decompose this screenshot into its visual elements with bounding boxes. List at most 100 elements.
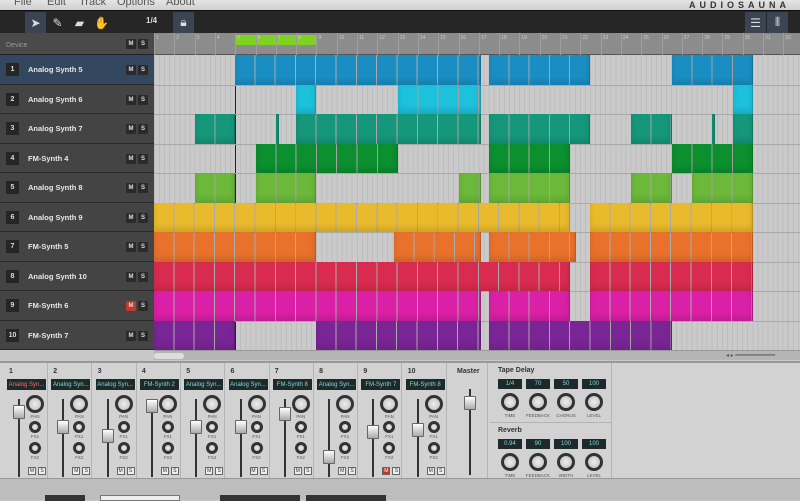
- clip[interactable]: [296, 84, 317, 114]
- volume-fader[interactable]: [101, 429, 114, 444]
- clip[interactable]: [154, 202, 571, 232]
- clip[interactable]: [393, 232, 481, 262]
- fx2-knob[interactable]: [383, 442, 396, 454]
- solo-button[interactable]: S: [138, 330, 148, 341]
- volume-fader[interactable]: [190, 420, 203, 435]
- horizontal-scrollbar[interactable]: ◂ ▸ ━━━━━━━━━━━: [154, 350, 800, 360]
- menu-edit[interactable]: Edit: [47, 0, 66, 8]
- effect-param-value[interactable]: 70: [526, 379, 550, 389]
- clip[interactable]: [488, 320, 672, 350]
- master-fader[interactable]: [464, 396, 476, 410]
- channel-solo-button[interactable]: S: [38, 467, 46, 475]
- clip[interactable]: [712, 114, 716, 144]
- fx1-knob[interactable]: [117, 421, 130, 433]
- effect-param-knob[interactable]: [529, 393, 547, 411]
- solo-button[interactable]: S: [138, 124, 148, 134]
- lock-icon[interactable]: 🔒︎: [173, 12, 194, 33]
- zoom-slider[interactable]: ◂ ▸ ━━━━━━━━━━━: [726, 352, 796, 360]
- clip[interactable]: [255, 143, 398, 173]
- fx2-knob[interactable]: [29, 442, 41, 454]
- fx1-knob[interactable]: [339, 421, 352, 433]
- channel-solo-button[interactable]: S: [348, 467, 357, 475]
- clip[interactable]: [154, 232, 317, 262]
- clip[interactable]: [154, 261, 571, 291]
- track-row[interactable]: 6 Analog Synth 9 MS: [0, 202, 154, 232]
- channel-solo-button[interactable]: S: [259, 467, 268, 475]
- solo-button[interactable]: S: [138, 65, 148, 75]
- clip[interactable]: [275, 114, 279, 144]
- solo-button[interactable]: S: [138, 301, 148, 311]
- fx1-knob[interactable]: [73, 421, 86, 433]
- mute-button[interactable]: M: [126, 242, 136, 252]
- channel-instrument-select[interactable]: Analog Syn...: [184, 379, 224, 390]
- channel-mute-button[interactable]: M: [160, 467, 169, 475]
- volume-fader[interactable]: [234, 420, 247, 435]
- volume-fader[interactable]: [323, 450, 336, 465]
- clip[interactable]: [590, 261, 753, 291]
- pan-knob[interactable]: [158, 395, 177, 413]
- scrollbar-thumb[interactable]: [154, 353, 184, 359]
- menu-options[interactable]: Options: [117, 0, 155, 8]
- channel-instrument-select[interactable]: Analog Syn...: [51, 379, 91, 390]
- clip[interactable]: [255, 173, 317, 203]
- clip[interactable]: [488, 55, 591, 85]
- pan-knob[interactable]: [336, 395, 355, 413]
- effect-param-value[interactable]: 100: [582, 439, 606, 449]
- solo-button[interactable]: S: [138, 212, 148, 223]
- track-row[interactable]: 8 Analog Synth 10 M S: [0, 261, 154, 291]
- mute-button[interactable]: M: [126, 271, 136, 282]
- volume-fader[interactable]: [57, 420, 70, 435]
- channel-solo-button[interactable]: S: [82, 467, 91, 475]
- track-row[interactable]: 7 FM-Synth 5 MS: [0, 232, 154, 262]
- solo-button[interactable]: S: [138, 183, 148, 193]
- effect-param-value[interactable]: 0.94: [498, 439, 522, 449]
- channel-mute-button[interactable]: M: [382, 467, 391, 475]
- effect-param-knob[interactable]: [585, 453, 603, 471]
- effect-param-knob[interactable]: [501, 393, 519, 411]
- channel-instrument-select[interactable]: FM-Synth 8: [272, 379, 312, 390]
- clip[interactable]: [154, 291, 481, 321]
- fx1-knob[interactable]: [29, 421, 41, 433]
- effect-param-knob[interactable]: [557, 453, 575, 471]
- channel-mute-button[interactable]: M: [28, 467, 36, 475]
- clip[interactable]: [488, 114, 591, 144]
- channel-instrument-select[interactable]: FM-Synth 8: [405, 379, 445, 390]
- pan-knob[interactable]: [291, 395, 310, 413]
- fx1-knob[interactable]: [294, 421, 307, 433]
- volume-fader[interactable]: [145, 399, 158, 413]
- bottom-control[interactable]: [45, 495, 85, 501]
- effect-param-value[interactable]: 1/4: [498, 379, 522, 389]
- track-row[interactable]: 4 FM-Synth 4 MS: [0, 143, 154, 173]
- solo-all-button[interactable]: S: [138, 39, 148, 49]
- channel-mute-button[interactable]: M: [205, 467, 214, 475]
- clip[interactable]: [671, 143, 753, 173]
- effect-param-value[interactable]: 100: [554, 439, 578, 449]
- volume-fader[interactable]: [367, 424, 380, 439]
- mute-button[interactable]: M: [126, 183, 136, 193]
- solo-button[interactable]: S: [138, 153, 148, 164]
- clip[interactable]: [691, 173, 753, 203]
- fx2-knob[interactable]: [206, 442, 219, 454]
- mute-button[interactable]: M: [126, 65, 136, 75]
- channel-mute-button[interactable]: M: [116, 467, 125, 475]
- channel-instrument-select[interactable]: Analog Syn...: [228, 379, 268, 390]
- fx2-knob[interactable]: [250, 442, 263, 454]
- solo-button[interactable]: S: [138, 242, 148, 252]
- fx2-knob[interactable]: [117, 442, 130, 454]
- pan-knob[interactable]: [380, 395, 399, 413]
- quantize-value[interactable]: 1/4: [146, 16, 157, 25]
- clip[interactable]: [590, 291, 753, 321]
- clip[interactable]: [488, 143, 571, 173]
- mute-button[interactable]: M: [126, 153, 136, 164]
- effect-param-knob[interactable]: [585, 393, 603, 411]
- pointer-icon[interactable]: ➤: [25, 12, 46, 33]
- channel-instrument-select[interactable]: Analog Syn...: [95, 379, 135, 390]
- mute-button[interactable]: M: [126, 212, 136, 223]
- channel-mute-button[interactable]: M: [249, 467, 258, 475]
- clip[interactable]: [397, 84, 481, 114]
- channel-instrument-select[interactable]: FM-Synth 7: [361, 379, 401, 390]
- channel-mute-button[interactable]: M: [72, 467, 81, 475]
- track-row[interactable]: 3 Analog Synth 7 MS: [0, 114, 154, 144]
- clip[interactable]: [458, 173, 481, 203]
- timeline-ruler[interactable]: 1 2 3 4 5 6 7 8 9 10 11 12 13 14 15 16 17 18 19 20 21 22 23 24 2…: [154, 33, 800, 55]
